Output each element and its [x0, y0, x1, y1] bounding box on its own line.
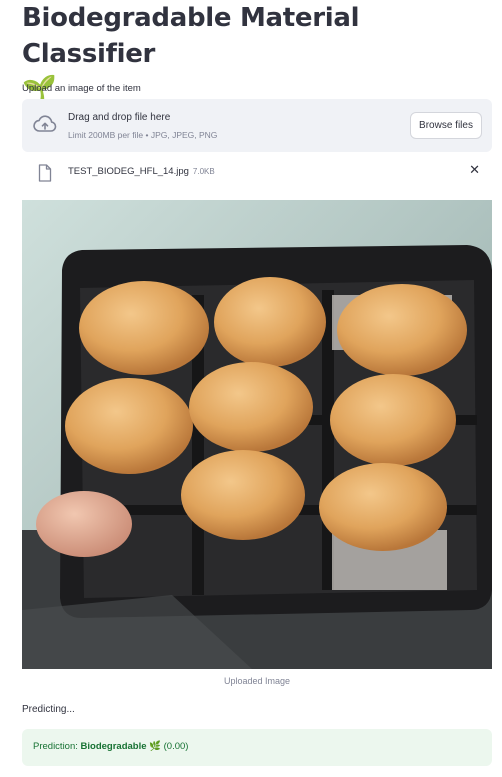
- prediction-alert: Prediction: Biodegradable 🌿 (0.00): [22, 729, 492, 766]
- file-name-text: TEST_BIODEG_HFL_14.jpg: [68, 166, 189, 177]
- file-icon: [38, 164, 52, 182]
- dropzone-limit: Limit 200MB per file • JPG, JPEG, PNG: [68, 130, 218, 140]
- predicting-status: Predicting...: [22, 704, 75, 715]
- prediction-score: (0.00): [160, 741, 189, 752]
- image-caption: Uploaded Image: [223, 676, 291, 686]
- uploaded-file-row: TEST_BIODEG_HFL_14.jpg 7.0KB ✕: [22, 160, 492, 186]
- prediction-text: Prediction: Biodegradable 🌿 (0.00): [33, 741, 188, 752]
- dropzone-title: Drag and drop file here: [68, 112, 171, 123]
- file-name: TEST_BIODEG_HFL_14.jpg 7.0KB: [68, 166, 215, 177]
- uploaded-image: [22, 200, 492, 669]
- browse-files-button[interactable]: Browse files: [410, 112, 482, 139]
- file-dropzone[interactable]: Drag and drop file here Limit 200MB per …: [22, 99, 492, 152]
- prediction-prefix: Prediction:: [33, 741, 81, 752]
- remove-file-icon[interactable]: ✕: [469, 163, 480, 178]
- cloud-upload-icon: [33, 115, 57, 132]
- uploaded-image-picture: [22, 200, 492, 669]
- prediction-label: Biodegradable 🌿: [80, 741, 161, 752]
- upload-label: Upload an image of the item: [22, 83, 141, 94]
- file-size: 7.0KB: [192, 167, 215, 176]
- page-title-text: Biodegradable Material Classifier: [22, 3, 360, 69]
